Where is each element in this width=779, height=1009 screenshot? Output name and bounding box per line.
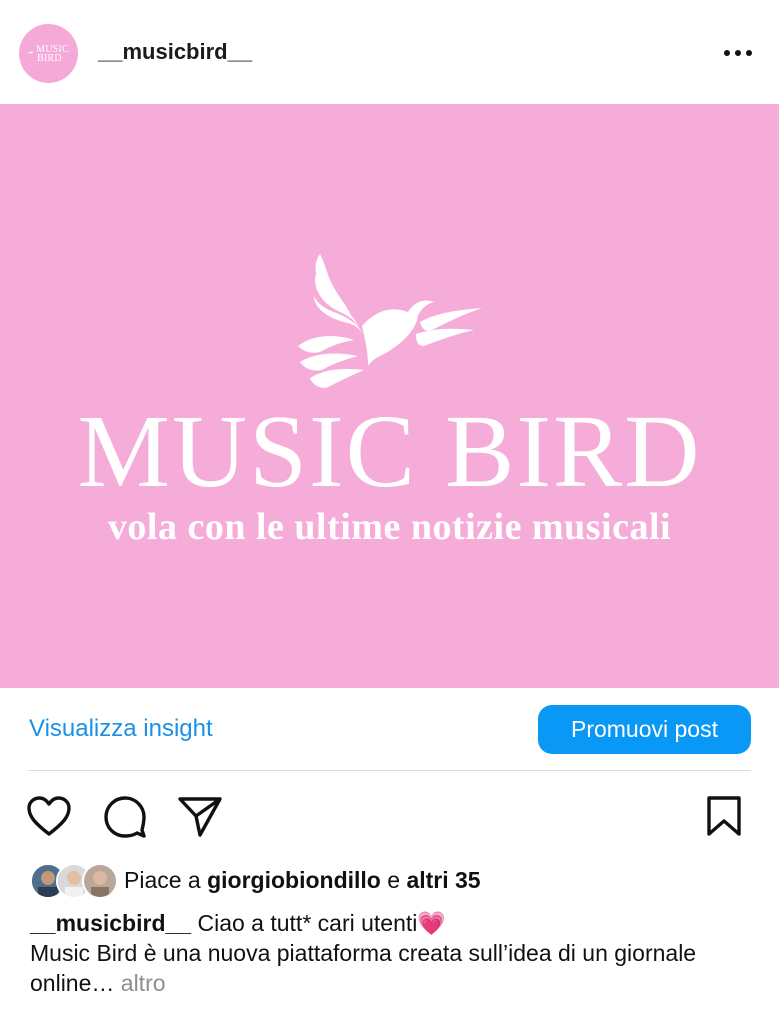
caption-body-block: Music Bird è una nuova piattaforma creat… <box>30 938 750 998</box>
post-username[interactable]: __musicbird__ <box>98 39 252 65</box>
like-button[interactable] <box>26 795 72 837</box>
more-dot <box>746 50 752 56</box>
heart-emoji-icon: 💗 <box>417 910 447 936</box>
share-button[interactable] <box>177 796 223 838</box>
likes-row[interactable]: Piace a giorgiobiondillo e altri 35 <box>30 862 481 899</box>
more-dot <box>735 50 741 56</box>
post-brand-title: MUSIC BIRD <box>77 394 702 509</box>
save-button[interactable] <box>706 795 742 837</box>
post-header: MUSIC BIRD __musicbird__ <box>0 0 779 104</box>
liker-avatars <box>30 863 118 899</box>
send-icon <box>178 797 222 837</box>
comment-button[interactable] <box>103 795 147 839</box>
view-insights-link[interactable]: Visualizza insight <box>29 715 213 743</box>
comment-icon <box>104 796 146 838</box>
post-caption: __musicbird__ Ciao a tutt* cari utenti💗 … <box>30 908 750 998</box>
likes-summary: Piace a giorgiobiondillo e altri 35 <box>124 867 481 894</box>
bird-icon <box>27 51 35 54</box>
likes-user[interactable]: giorgiobiondillo <box>207 867 381 893</box>
bird-wings-icon <box>298 254 482 388</box>
likes-prefix: Piace a <box>124 866 201 893</box>
more-options-button[interactable] <box>716 40 760 66</box>
caption-more-link[interactable]: altro <box>121 970 166 996</box>
caption-username[interactable]: __musicbird__ <box>30 910 191 936</box>
avatar[interactable]: MUSIC BIRD <box>19 24 78 83</box>
post-image[interactable]: MUSIC BIRD vola con le ultime notizie mu… <box>0 104 779 688</box>
more-horizontal-icon <box>724 50 730 56</box>
heart-icon <box>27 796 71 836</box>
likes-others[interactable]: altri 35 <box>406 867 480 893</box>
post-brand-tagline: vola con le ultime notizie musicali <box>107 506 672 548</box>
avatar-text-line2: BIRD <box>37 52 62 64</box>
avatar <box>82 863 118 899</box>
divider <box>28 770 751 771</box>
promote-post-button[interactable]: Promuovi post <box>538 705 751 754</box>
bookmark-icon <box>707 796 741 836</box>
likes-conjunction: e <box>387 866 401 893</box>
caption-line1: Ciao a tutt* cari utenti <box>197 910 418 936</box>
caption-first-line: __musicbird__ Ciao a tutt* cari utenti💗 <box>30 908 750 938</box>
